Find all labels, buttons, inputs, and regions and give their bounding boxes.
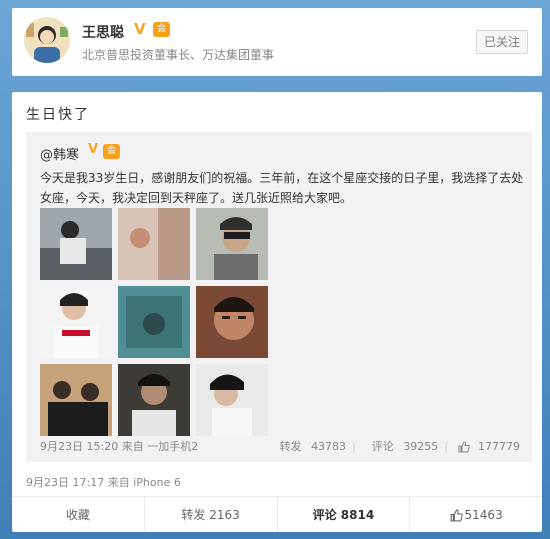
repost-button[interactable]: 转发 2163 bbox=[145, 497, 278, 532]
repost-time[interactable]: 9月23日 15:20 bbox=[40, 440, 118, 453]
photo-thumbnail[interactable] bbox=[118, 364, 190, 436]
comment-count: 8814 bbox=[340, 508, 375, 522]
photo-thumbnail[interactable] bbox=[40, 208, 112, 280]
favorite-label: 收藏 bbox=[65, 508, 90, 522]
repost-meta: 9月23日 15:20 来自 一加手机2 bbox=[40, 438, 198, 454]
photo-thumbnail[interactable] bbox=[118, 286, 190, 358]
divider: | bbox=[352, 440, 356, 453]
repost-label: 转发 bbox=[181, 508, 206, 522]
profile-name[interactable]: 王思聪 bbox=[82, 22, 124, 42]
verified-badge-icon: V bbox=[88, 142, 99, 157]
post-meta: 9月23日 17:17 来自 iPhone 6 bbox=[26, 474, 181, 490]
repost-like-count: 177779 bbox=[478, 440, 520, 453]
repost-author[interactable]: @韩寒 bbox=[40, 144, 79, 163]
thumbs-up-icon bbox=[450, 509, 463, 522]
post-card: 生日快了 @韩寒 V 会 今天是我33岁生日，感谢朋友们的祝福。三年前，在这个星… bbox=[12, 92, 542, 532]
favorite-button[interactable]: 收藏 bbox=[12, 497, 145, 532]
like-button[interactable]: 51463 bbox=[410, 497, 542, 532]
post-time[interactable]: 9月23日 17:17 bbox=[26, 476, 104, 489]
photo-thumbnail[interactable] bbox=[196, 364, 268, 436]
photo-thumbnail[interactable] bbox=[40, 364, 112, 436]
repost-stats: 转发 43783 | 评论 39255 | 177779 bbox=[268, 438, 520, 454]
photo-thumbnail[interactable] bbox=[118, 208, 190, 280]
repost-comment-count: 39255 bbox=[403, 440, 439, 453]
profile-card: 王思聪 V 会 北京普思投资董事长、万达集团董事 已关注 bbox=[12, 8, 542, 76]
avatar[interactable] bbox=[24, 17, 70, 63]
follow-button[interactable]: 已关注 bbox=[476, 30, 528, 54]
member-badge-icon: 会 bbox=[103, 144, 120, 159]
thumbs-up-icon bbox=[458, 441, 470, 453]
repost-repost-link[interactable]: 转发 43783 bbox=[274, 440, 347, 453]
repost-text: 今天是我33岁生日，感谢朋友们的祝福。三年前，在这个星座交接的日子里，我选择了去… bbox=[40, 171, 524, 205]
repost-repost-label: 转发 bbox=[279, 440, 302, 453]
post-source-prefix: 来自 bbox=[107, 476, 130, 489]
comment-button[interactable]: 评论 8814 bbox=[278, 497, 411, 532]
divider: | bbox=[444, 440, 448, 453]
profile-title: 北京普思投资董事长、万达集团董事 bbox=[82, 48, 275, 62]
photo-thumbnail[interactable] bbox=[196, 286, 268, 358]
photo-thumbnail[interactable] bbox=[40, 286, 112, 358]
like-count: 51463 bbox=[464, 508, 503, 522]
post-text: 生日快了 bbox=[26, 107, 90, 123]
action-bar: 收藏 转发 2163 评论 8814 51463 bbox=[12, 496, 542, 532]
repost-comment-link[interactable]: 评论 39255 bbox=[366, 440, 439, 453]
post-source[interactable]: iPhone 6 bbox=[133, 476, 181, 489]
verified-badge-icon: V bbox=[134, 20, 146, 38]
repost-repost-count: 43783 bbox=[311, 440, 347, 453]
repost-like-link[interactable]: 177779 bbox=[458, 440, 520, 453]
repost-box: @韩寒 V 会 今天是我33岁生日，感谢朋友们的祝福。三年前，在这个星座交接的日… bbox=[26, 132, 532, 462]
comment-label: 评论 bbox=[312, 508, 337, 522]
repost-source[interactable]: 一加手机2 bbox=[147, 440, 198, 453]
repost-comment-label: 评论 bbox=[371, 440, 394, 453]
repost-count: 2163 bbox=[209, 508, 240, 522]
avatar-image bbox=[24, 17, 70, 63]
member-badge-icon: 会 bbox=[153, 22, 170, 37]
photo-thumbnail[interactable] bbox=[196, 208, 268, 280]
repost-source-prefix: 来自 bbox=[121, 440, 144, 453]
